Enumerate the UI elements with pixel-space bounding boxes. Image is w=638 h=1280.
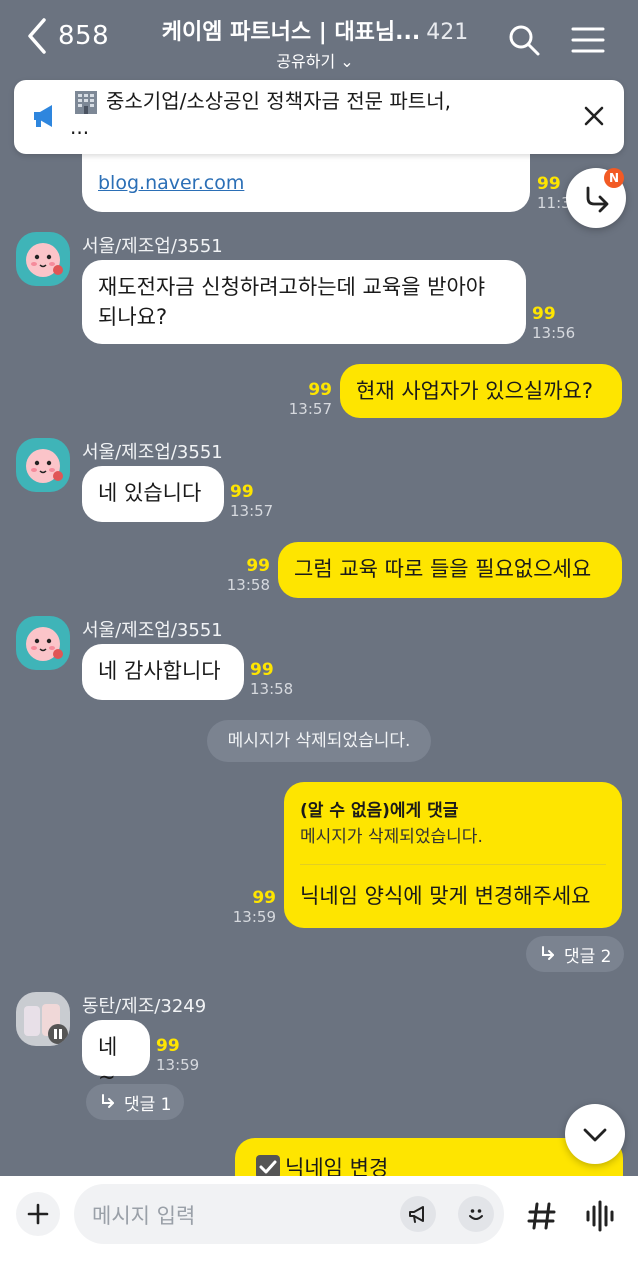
avatar[interactable] [16,992,70,1046]
sender-name: 동탄/제조/3249 [82,996,207,1017]
plus-icon [27,1203,49,1225]
chat-title-area[interactable]: 케이엠 파트너스 | 대표님... 421 공유하기 ⌄ [150,14,480,72]
megaphone-icon [34,105,52,127]
message-text: 닉네임 양식에 맞게 변경해주세요 [300,884,591,908]
peach-character-icon [16,438,70,492]
thread-replies-button[interactable]: 댓글 2 [526,936,624,972]
close-icon[interactable] [580,102,608,130]
system-message: 메시지가 삭제되었습니다. [207,720,431,762]
voice-icon[interactable] [580,1196,620,1236]
message-text: 네 있습니다 [98,481,202,505]
message-text-line-1: 재도전자금 신청하려고하는데 교육을 받아야 [98,275,486,299]
message-text: 네 감사합니다 [98,659,221,683]
sender-name: 서울/제조업/3551 [82,620,223,641]
scroll-down-button[interactable] [565,1104,625,1164]
message-input-placeholder: 메시지 입력 [92,1204,196,1228]
message-time: 13:58 [226,576,270,594]
unread-chat-count: 858 [58,21,110,51]
avatar[interactable] [16,616,70,670]
message-meta: 99 13:58 [250,660,293,698]
sender-name: 서울/제조업/3551 [82,442,223,463]
message-input[interactable]: 메시지 입력 [74,1184,504,1244]
unread-count: 99 [252,888,276,908]
peach-character-icon [16,616,70,670]
share-button[interactable]: 공유하기 ⌄ [150,48,480,72]
unread-count: 99 [230,482,254,502]
message-bubble-in[interactable]: 재도전자금 신청하려고하는데 교육을 받아야 되나요? [82,260,526,344]
message-bubble-out[interactable]: 현재 사업자가 있으실까요? [340,364,622,418]
sender-name: 서울/제조업/3551 [82,236,223,257]
notice-line-2: ... [70,115,90,139]
thread-replies-button[interactable]: 댓글 1 [86,1084,184,1120]
message-text: 그럼 교육 따로 들을 필요없으세요 [294,557,592,581]
emoji-button[interactable] [458,1196,494,1232]
divider [300,864,606,865]
new-badge: N [604,168,624,188]
unread-count: 99 [532,304,556,324]
avatar[interactable] [16,232,70,286]
message-time: 13:59 [232,908,276,926]
message-bubble-in[interactable]: 네 감사합니다 [82,644,244,700]
chat-title: 케이엠 파트너스 | 대표님... 421 [150,14,480,46]
unread-count: 99 [156,1036,180,1056]
message-time: 13:57 [230,502,274,520]
message-time: 13:56 [532,324,576,342]
reply-target: (알 수 없음)에게 댓글 [300,801,459,821]
thread-count: 댓글 2 [564,946,612,967]
message-bubble-out[interactable]: 그럼 교육 따로 들을 필요없으세요 [278,542,622,598]
chat-header: 858 케이엠 파트너스 | 대표님... 421 공유하기 ⌄ [0,0,638,80]
message-time: 13:58 [250,680,294,698]
notice-banner[interactable]: 중소기업/소상공인 정책자금 전문 파트너, ... [14,80,624,154]
reply-arrow-icon [102,1094,114,1108]
announce-icon [409,1206,424,1223]
message-bubble-in[interactable]: 네 있습니다 [82,466,224,522]
thread-count: 댓글 1 [124,1094,172,1115]
input-bar: 메시지 입력 [0,1176,638,1280]
search-icon[interactable] [506,22,542,58]
unread-count: 99 [308,380,332,400]
notice-text: 중소기업/소상공인 정책자금 전문 파트너, ... [70,88,540,140]
profile-photo-icon [16,992,70,1046]
attach-button[interactable] [16,1192,60,1236]
back-button[interactable]: 858 [24,16,109,56]
hash-icon[interactable] [522,1196,562,1236]
message-meta: 99 13:57 [270,380,332,418]
message-time: 13:59 [156,1056,200,1074]
chat-title-text: 케이엠 파트너스 | 대표님... [161,20,421,45]
message-text-line-2: 되나요? [98,305,168,329]
link-url[interactable]: blog.naver.com [98,172,244,194]
emoji-icon [469,1209,483,1220]
back-icon [28,18,46,54]
message-time: 13:57 [288,400,332,418]
share-arrow-icon [586,186,609,213]
avatar[interactable] [16,438,70,492]
message-text: 현재 사업자가 있으실까요? [356,379,594,403]
message-bubble-in[interactable]: 네~ [82,1020,150,1089]
reply-message-bubble[interactable]: (알 수 없음)에게 댓글 메시지가 삭제되었습니다. 닉네임 양식에 맞게 변… [284,782,622,928]
message-text: 네~ [98,1035,118,1089]
member-count: 421 [426,20,469,45]
unread-count: 99 [250,660,274,680]
announce-button[interactable] [400,1196,436,1232]
peach-character-icon [16,232,70,286]
message-meta: 99 13:57 [230,482,273,520]
notice-line-1: 중소기업/소상공인 정책자금 전문 파트너, [106,89,451,113]
reply-arrow-icon [542,946,554,960]
message-meta: 99 13:59 [156,1036,199,1074]
unread-count: 99 [246,556,270,576]
menu-icon[interactable] [570,22,606,58]
reply-original-text: 메시지가 삭제되었습니다. [300,827,483,847]
message-meta: 99 13:56 [532,304,575,342]
chevron-down-icon [583,1128,607,1142]
message-meta: 99 13:58 [208,556,270,594]
message-meta: 99 13:59 [214,888,276,926]
